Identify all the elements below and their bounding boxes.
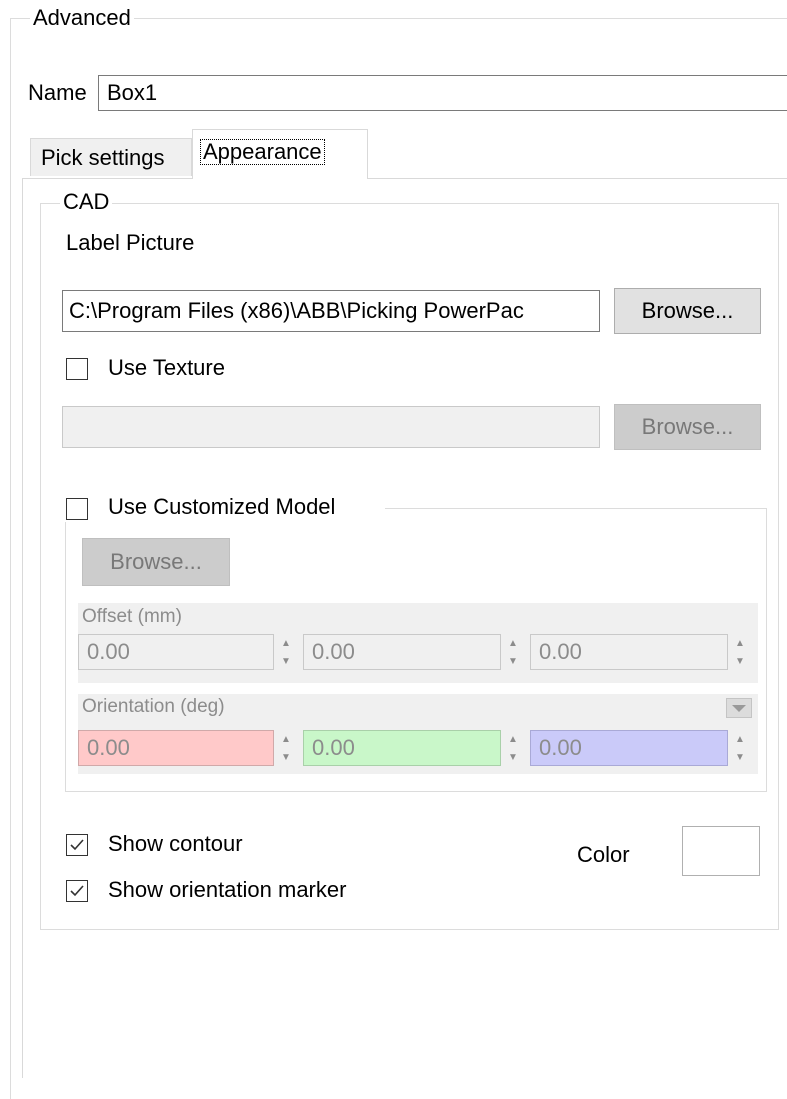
offset-y-up-icon[interactable]: ▲ [503,634,523,652]
orientation-z-down-icon[interactable]: ▼ [730,748,750,766]
orientation-y-input[interactable]: 0.00 [303,730,501,766]
offset-label: Offset (mm) [82,606,182,627]
checkmark-icon [70,885,84,897]
name-label: Name [28,80,87,105]
orientation-z-input[interactable]: 0.00 [530,730,728,766]
use-texture-checkbox[interactable] [66,358,88,380]
tab-appearance[interactable]: Appearance [192,129,368,179]
label-picture-browse-button[interactable]: Browse... [614,288,761,334]
orientation-y-up-icon[interactable]: ▲ [503,730,523,748]
advanced-group-legend: Advanced [30,5,134,31]
color-swatch-button[interactable] [682,826,760,876]
show-orientation-marker-checkbox[interactable] [66,880,88,902]
offset-x-up-icon[interactable]: ▲ [276,634,296,652]
orientation-z-spinner[interactable]: ▲ ▼ [730,730,750,766]
tab-appearance-label: Appearance [200,139,325,165]
orientation-label: Orientation (deg) [82,696,225,717]
label-picture-path-input[interactable]: C:\Program Files (x86)\ABB\Picking Power… [62,290,600,332]
orientation-x-spinner[interactable]: ▲ ▼ [276,730,296,766]
orientation-x-up-icon[interactable]: ▲ [276,730,296,748]
offset-x-input[interactable]: 0.00 [78,634,274,670]
show-orientation-marker-label: Show orientation marker [108,877,347,902]
offset-y-spinner[interactable]: ▲ ▼ [503,634,523,670]
name-input[interactable]: Box1 [98,75,787,111]
offset-z-input[interactable]: 0.00 [530,634,728,670]
offset-z-up-icon[interactable]: ▲ [730,634,750,652]
show-contour-label: Show contour [108,831,243,856]
show-contour-checkbox[interactable] [66,834,88,856]
offset-y-down-icon[interactable]: ▼ [503,652,523,670]
tab-pick-settings-label: Pick settings [41,145,165,170]
offset-z-spinner[interactable]: ▲ ▼ [730,634,750,670]
use-texture-label: Use Texture [108,355,225,380]
color-label: Color [577,842,630,867]
orientation-x-down-icon[interactable]: ▼ [276,748,296,766]
orientation-z-up-icon[interactable]: ▲ [730,730,750,748]
use-customized-model-label: Use Customized Model [108,494,336,519]
texture-browse-button[interactable]: Browse... [614,404,761,450]
offset-z-down-icon[interactable]: ▼ [730,652,750,670]
texture-path-input[interactable] [62,406,600,448]
offset-y-input[interactable]: 0.00 [303,634,501,670]
tab-pick-settings[interactable]: Pick settings [30,138,192,176]
customized-model-browse-button[interactable]: Browse... [82,538,230,586]
use-customized-model-checkbox[interactable] [66,498,88,520]
orientation-y-down-icon[interactable]: ▼ [503,748,523,766]
offset-x-spinner[interactable]: ▲ ▼ [276,634,296,670]
label-picture-label: Label Picture [66,230,195,255]
orientation-collapse-icon[interactable] [726,698,752,718]
orientation-x-input[interactable]: 0.00 [78,730,274,766]
checkmark-icon [70,839,84,851]
offset-x-down-icon[interactable]: ▼ [276,652,296,670]
cad-group-legend: CAD [60,189,113,215]
orientation-y-spinner[interactable]: ▲ ▼ [503,730,523,766]
